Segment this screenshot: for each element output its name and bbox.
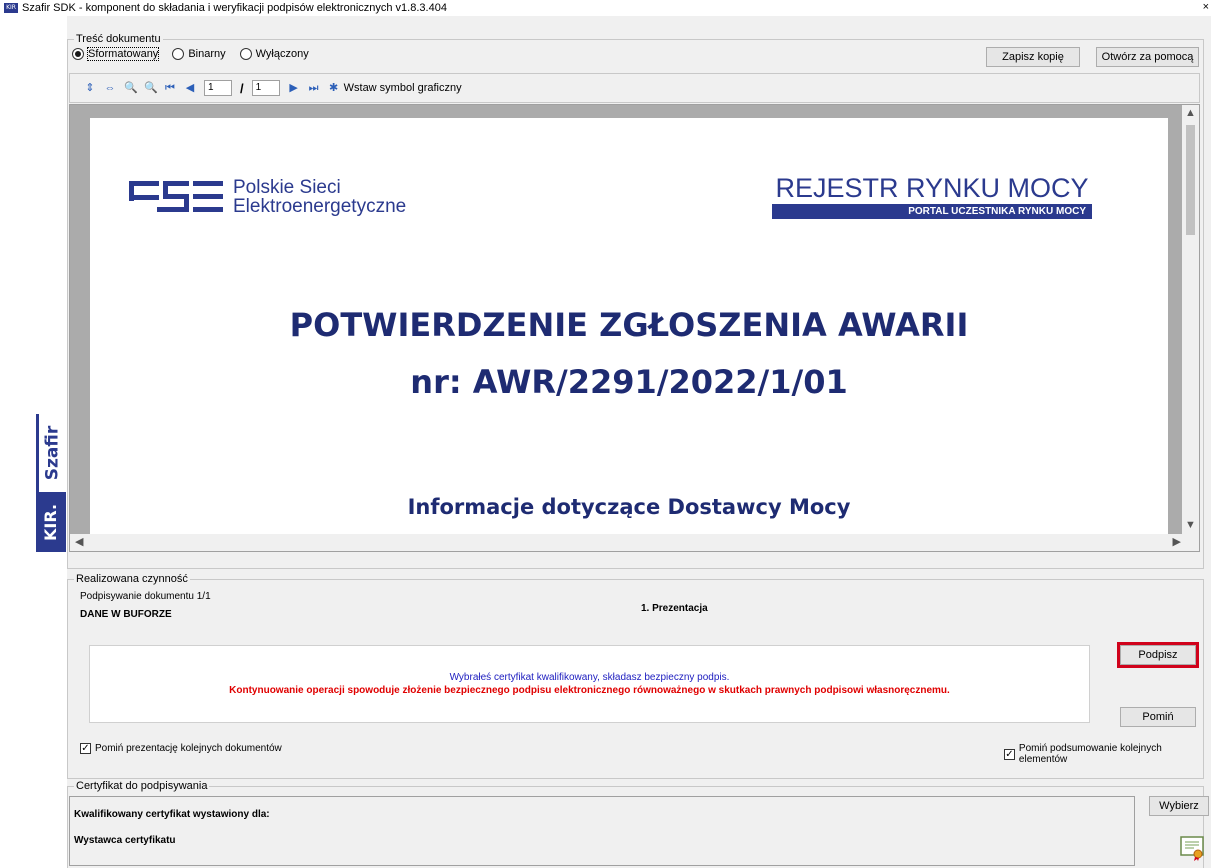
app-icon: KIR xyxy=(4,3,18,13)
zoom-in-icon[interactable]: 🔍 xyxy=(144,82,158,94)
document-heading: POTWIERDZENIE ZGŁOSZENIA AWARII xyxy=(289,306,969,344)
last-page-icon[interactable]: ⏭ xyxy=(308,82,320,94)
radio-indicator[interactable] xyxy=(72,48,84,60)
buffer-status: DANE W BUFORZE xyxy=(80,609,172,620)
kir-logo: KIR. xyxy=(36,492,66,552)
skip-button[interactable]: Pomiń xyxy=(1120,707,1196,727)
title-bar: KIR Szafir SDK - komponent do składania … xyxy=(0,0,1211,16)
skip-summary-checkbox[interactable]: ✓ Pomiń podsumowanie kolejnych elementów xyxy=(1004,743,1211,765)
insert-symbol-button[interactable]: ✱ Wstaw symbol graficzny xyxy=(328,82,462,94)
checkbox-indicator[interactable]: ✓ xyxy=(1004,748,1015,760)
current-page-input[interactable]: 1 xyxy=(204,80,232,96)
certificate-issuer-label: Wystawca certyfikatu xyxy=(74,835,176,846)
radio-formatted[interactable]: Sformatowany xyxy=(72,47,160,61)
certificate-group-legend: Certyfikat do podpisywania xyxy=(74,780,210,792)
window-title: Szafir SDK - komponent do składania i we… xyxy=(22,2,447,14)
puzzle-icon: ✱ xyxy=(329,82,339,94)
warning-message: Kontynuowanie operacji spowoduje złożeni… xyxy=(229,685,950,696)
scroll-right-icon[interactable]: ▶ xyxy=(1173,535,1181,548)
pse-logo: Polskie Sieci Elektroenergetyczne xyxy=(129,178,406,216)
current-step: 1. Prezentacja xyxy=(641,603,708,614)
certificate-icon[interactable] xyxy=(1180,836,1204,862)
scroll-down-icon[interactable]: ▼ xyxy=(1182,519,1199,531)
signing-progress: Podpisywanie dokumentu 1/1 xyxy=(80,591,211,602)
scroll-thumb[interactable] xyxy=(1186,125,1195,235)
document-page: Polskie Sieci Elektroenergetyczne REJEST… xyxy=(90,118,1168,548)
scroll-up-icon[interactable]: ▲ xyxy=(1182,107,1199,119)
certificate-holder-label: Kwalifikowany certyfikat wystawiony dla: xyxy=(74,809,270,820)
next-page-icon[interactable]: ▶ xyxy=(288,82,300,94)
open-with-button[interactable]: Otwórz za pomocą xyxy=(1096,47,1199,67)
vertical-scrollbar[interactable]: ▲ ▼ xyxy=(1182,105,1199,535)
page-separator: / xyxy=(240,80,244,96)
viewer-toolbar: ⇕ ⇔ 🔍 🔍 ⏮ ◀ 1 / 1 ▶ ⏭ ✱ Wstaw symbol gra… xyxy=(69,73,1200,103)
save-copy-button[interactable]: Zapisz kopię xyxy=(986,47,1080,67)
document-number: nr: AWR/2291/2022/1/01 xyxy=(410,363,848,401)
rrm-subtitle: PORTAL UCZESTNIKA RYNKU MOCY xyxy=(772,204,1092,219)
scroll-left-icon[interactable]: ◀ xyxy=(75,535,83,548)
radio-indicator[interactable] xyxy=(239,48,252,60)
document-viewer[interactable]: Polskie Sieci Elektroenergetyczne REJEST… xyxy=(69,104,1200,552)
certificate-details: Kwalifikowany certyfikat wystawiony dla:… xyxy=(69,796,1135,866)
skip-presentation-checkbox[interactable]: ✓ Pomiń prezentację kolejnych dokumentów xyxy=(80,743,282,754)
prev-page-icon[interactable]: ◀ xyxy=(184,82,196,94)
radio-indicator[interactable] xyxy=(172,48,185,60)
pse-name-line2: Elektroenergetyczne xyxy=(233,196,407,217)
action-group-legend: Realizowana czynność xyxy=(74,573,190,585)
fit-width-icon[interactable]: ⇔ xyxy=(104,82,116,94)
fit-height-icon[interactable]: ⇕ xyxy=(84,82,96,94)
close-icon[interactable]: × xyxy=(1203,1,1209,13)
rrm-title: REJESTR RYNKU MOCY xyxy=(775,173,1089,203)
content-group-legend: Treść dokumentu xyxy=(74,33,163,45)
total-pages-field: 1 xyxy=(251,80,280,96)
format-radio-group: Sformatowany Binarny Wyłączony xyxy=(72,47,309,61)
brand-sidebar: Szafir KIR. xyxy=(0,16,67,868)
radio-binary[interactable]: Binarny xyxy=(172,48,226,60)
radio-disabled[interactable]: Wyłączony xyxy=(239,48,309,60)
zoom-out-icon[interactable]: 🔍 xyxy=(124,82,138,94)
pse-mark-icon xyxy=(129,181,225,213)
horizontal-scrollbar[interactable]: ◀ ▶ xyxy=(70,534,1199,551)
signature-message: Wybrałeś certyfikat kwalifikowany, skład… xyxy=(89,645,1090,723)
szafir-logo: Szafir xyxy=(36,414,66,492)
first-page-icon[interactable]: ⏮ xyxy=(164,82,176,94)
sign-button[interactable]: Podpisz xyxy=(1120,645,1196,665)
choose-certificate-button[interactable]: Wybierz xyxy=(1149,796,1209,816)
info-message: Wybrałeś certyfikat kwalifikowany, skład… xyxy=(449,672,730,683)
section-heading: Informacje dotyczące Dostawcy Mocy xyxy=(407,495,851,519)
checkbox-indicator[interactable]: ✓ xyxy=(80,743,91,754)
rrm-logo: REJESTR RYNKU MOCY PORTAL UCZESTNIKA RYN… xyxy=(772,173,1092,219)
pse-name-line1: Polskie Sieci xyxy=(233,177,341,198)
